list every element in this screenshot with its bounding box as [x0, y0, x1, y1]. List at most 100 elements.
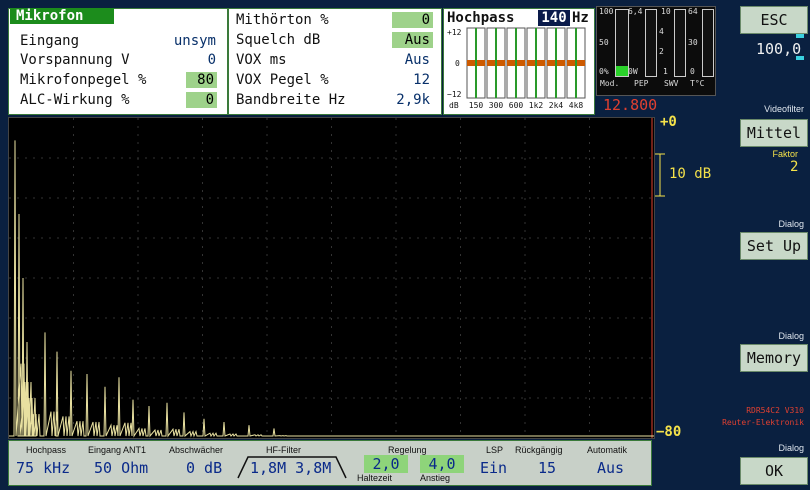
swv-scale-label: 1	[663, 67, 668, 76]
dialog-label: Dialog	[778, 219, 804, 229]
spectrum-display	[8, 117, 655, 439]
version-label: RDR54C2 V310	[746, 406, 804, 415]
status-label: Regelung	[388, 445, 427, 455]
mod-scale-label: 100	[599, 7, 614, 16]
eq-ylabel: −12	[447, 90, 462, 99]
eq-slider[interactable]	[466, 27, 486, 99]
anstieg-label: Anstieg	[420, 473, 451, 483]
mic-row-value[interactable]: unsym	[150, 33, 216, 49]
eq-sliders[interactable]	[466, 26, 590, 100]
readout-indicator	[796, 34, 804, 38]
videofilter-label: Videofilter	[764, 104, 804, 114]
meter-label: T°C	[690, 79, 705, 88]
status-value[interactable]: 0 dB	[186, 459, 222, 477]
mic-title: Mikrofon	[10, 8, 114, 24]
settings-value[interactable]: Aus	[392, 32, 433, 48]
settings-label: VOX ms	[236, 52, 287, 68]
pep-scale-label: 0W	[628, 67, 638, 76]
status-label: Hochpass	[26, 445, 67, 455]
maker-label: Reuter-Elektronik	[722, 418, 804, 427]
swv-meter	[674, 9, 686, 77]
dialog-label: Dialog	[778, 331, 804, 341]
mic-row-value[interactable]: 0	[186, 92, 217, 108]
regelung-anstieg-value[interactable]: 4,0	[420, 455, 464, 473]
eq-slider[interactable]	[566, 27, 586, 99]
scale-label: 10 dB	[669, 166, 712, 182]
eq-ylabel: 0	[455, 59, 460, 68]
temp-scale-label: 0	[690, 67, 695, 76]
mic-row-value[interactable]: 80	[186, 72, 217, 88]
spectrum-bottom-label: −80	[656, 424, 682, 440]
settings-label: VOX Pegel %	[236, 72, 329, 88]
ok-button[interactable]: OK	[740, 457, 808, 485]
videofilter-button[interactable]: Mittel	[740, 119, 808, 147]
mod-scale-label: 50	[599, 38, 609, 47]
memory-button[interactable]: Memory	[740, 344, 808, 372]
eq-band-label: 4k8	[568, 101, 584, 110]
pep-meter	[645, 9, 657, 77]
temp-meter	[702, 9, 714, 77]
status-label: Eingang ANT1	[88, 445, 147, 455]
settings-label: Bandbreite Hz	[236, 92, 346, 108]
settings-value[interactable]: 0	[392, 12, 433, 28]
scale-bracket-icon	[655, 153, 665, 197]
dialog-label: Dialog	[778, 443, 804, 453]
eq-slider[interactable]	[486, 27, 506, 99]
swv-scale-label: 10	[661, 7, 671, 16]
hf-filter-value[interactable]: 1,8M 3,8M	[250, 459, 331, 477]
spectrum-top-label: +0	[660, 114, 677, 130]
swv-scale-label: 4	[659, 27, 664, 36]
status-label: Abschwächer	[169, 445, 224, 455]
temp-scale-label: 30	[688, 38, 698, 47]
settings-label: Squelch dB	[236, 32, 321, 48]
temp-scale-label: 64	[688, 7, 698, 16]
esc-button[interactable]: ESC	[740, 6, 808, 34]
meter-label: SWV	[664, 79, 679, 88]
eq-band-label: 2k4	[548, 101, 564, 110]
highpass-unit: Hz	[572, 10, 589, 26]
status-value[interactable]: 15	[538, 459, 556, 477]
eq-slider[interactable]	[506, 27, 526, 99]
eq-band-label: 300	[488, 101, 504, 110]
spectrum-plot	[9, 118, 654, 438]
eq-band-label: 150	[468, 101, 484, 110]
faktor-value: 2	[790, 159, 799, 175]
mod-meter	[615, 9, 629, 77]
readout-indicator	[796, 56, 804, 60]
meter-label: Mod.	[600, 79, 620, 88]
settings-value[interactable]: 12	[370, 72, 430, 88]
mic-row-label: Vorspannung V	[20, 52, 130, 68]
status-label: Automatik	[587, 445, 628, 455]
status-value[interactable]: Aus	[597, 459, 624, 477]
status-label: Rückgängig	[515, 445, 563, 455]
meter-label: PEP	[634, 79, 649, 88]
eq-db-label: dB	[449, 101, 459, 110]
faktor-label: Faktor	[772, 149, 798, 159]
haltezeit-label: Haltezeit	[357, 473, 393, 483]
settings-label: Mithörton %	[236, 12, 329, 28]
eq-slider[interactable]	[526, 27, 546, 99]
status-label: LSP	[486, 445, 504, 455]
eq-slider[interactable]	[546, 27, 566, 99]
mic-row-label: Mikrofonpegel %	[20, 72, 147, 88]
eq-band-label: 1k2	[528, 101, 544, 110]
swv-scale-label: 2	[659, 47, 664, 56]
regelung-haltezeit-value[interactable]: 2,0	[364, 455, 408, 473]
mod-scale-label: 0%	[599, 67, 609, 76]
pep-scale-label: 6,4	[628, 7, 643, 16]
status-value[interactable]: 50 Ohm	[94, 459, 148, 477]
settings-value[interactable]: Aus	[370, 52, 430, 68]
eq-ylabel: +12	[447, 28, 462, 37]
status-value[interactable]: Ein	[480, 459, 507, 477]
mic-row-value[interactable]: 0	[150, 52, 216, 68]
highpass-title: Hochpass	[447, 10, 515, 26]
mic-row-label: ALC-Wirkung %	[20, 92, 130, 108]
status-value[interactable]: 75 kHz	[16, 459, 70, 477]
setup-button[interactable]: Set Up	[740, 232, 808, 260]
settings-value[interactable]: 2,9k	[370, 92, 430, 108]
eq-band-label: 600	[508, 101, 524, 110]
frequency-readout: 12.800	[603, 96, 658, 114]
readout-value: 100,0	[756, 40, 802, 58]
mod-meter-fill	[616, 66, 628, 76]
highpass-value[interactable]: 140	[538, 10, 570, 26]
